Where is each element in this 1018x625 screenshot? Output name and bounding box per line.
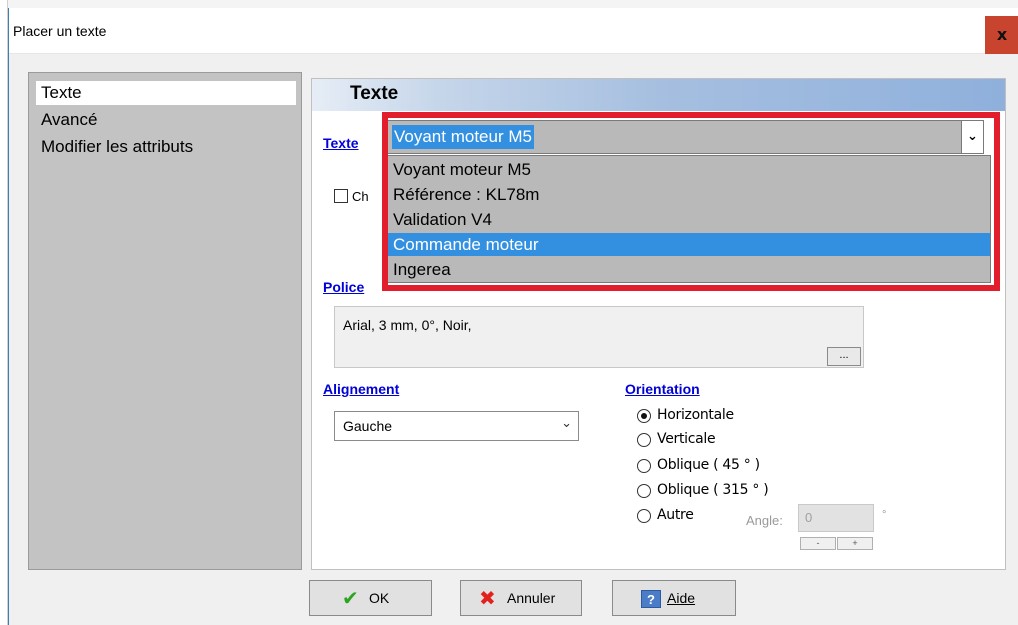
red-x-icon: ✖ [479,586,496,610]
texte-combobox[interactable]: Voyant moteur M5 ⌄ [387,120,984,154]
nav-item-modifier-attributs[interactable]: Modifier les attributs [41,135,193,159]
radio-button-selected[interactable] [637,409,651,423]
dropdown-item-highlighted[interactable]: Commande moteur [388,233,990,256]
police-field: Arial, 3 mm, 0°, Noir, ... [334,306,864,368]
dropdown-item[interactable]: Voyant moteur M5 [388,158,990,181]
app: Placer un texte x Texte Avancé Modifier … [0,0,1018,625]
angle-decrement-button[interactable]: - [800,537,836,550]
dropdown-item[interactable]: Référence : KL78m [388,183,990,206]
radio-label: Verticale [657,431,716,447]
section-title: Texte [350,83,399,104]
background-window-edge [0,0,8,625]
radio-label: Oblique ( 45 ° ) [657,457,760,473]
radio-label: Horizontale [657,407,734,423]
angle-increment-button[interactable]: + [837,537,873,550]
combobox-selected-text[interactable]: Voyant moteur M5 [392,125,534,149]
help-question-icon: ? [641,590,661,608]
checkbox-label: Ch [352,189,369,204]
radio-button[interactable] [637,509,651,523]
title-bar[interactable]: Placer un texte x [9,8,1018,54]
radio-button[interactable] [637,459,651,473]
alignement-select[interactable]: Gauche ⌄ [334,411,579,441]
help-button[interactable]: ? Aide [612,580,736,616]
ok-label: OK [369,590,390,606]
sidebar-nav: Texte Avancé Modifier les attributs [28,72,302,570]
nav-item-texte[interactable]: Texte [36,81,296,105]
texte-dropdown-list: Voyant moteur M5 Référence : KL78m Valid… [387,155,991,283]
radio-label: Oblique ( 315 ° ) [657,482,769,498]
angle-value: 0 [805,510,813,525]
nav-item-avance[interactable]: Avancé [41,108,97,132]
ok-button[interactable]: ✔ OK [309,580,432,616]
orientation-label-link[interactable]: Orientation [625,381,700,397]
dropdown-item[interactable]: Validation V4 [388,208,990,231]
close-button[interactable]: x [985,16,1018,54]
alignement-value: Gauche [343,418,393,434]
radio-label: Autre [657,507,694,523]
cancel-button[interactable]: ✖ Annuler [460,580,582,616]
police-label-link[interactable]: Police [323,279,364,295]
angle-input: 0 [798,504,874,532]
radio-button[interactable] [637,484,651,498]
radio-button[interactable] [637,433,651,447]
font-browse-button[interactable]: ... [827,347,861,366]
cancel-label: Annuler [507,590,556,606]
alignement-label-link[interactable]: Alignement [323,381,399,397]
section-header: Texte [312,79,1005,111]
checkbox[interactable] [334,189,348,203]
chevron-down-icon: ⌄ [561,416,572,431]
chevron-down-icon[interactable]: ⌄ [961,121,983,153]
checkmark-icon: ✔ [342,586,359,610]
degree-symbol: ° [882,509,887,521]
police-value: Arial, 3 mm, 0°, Noir, [343,317,472,333]
texte-label-link[interactable]: Texte [323,135,359,151]
window-title: Placer un texte [13,23,107,39]
help-label: Aide [667,590,696,606]
angle-label: Angle: [746,513,783,528]
dropdown-item[interactable]: Ingerea [388,258,990,281]
